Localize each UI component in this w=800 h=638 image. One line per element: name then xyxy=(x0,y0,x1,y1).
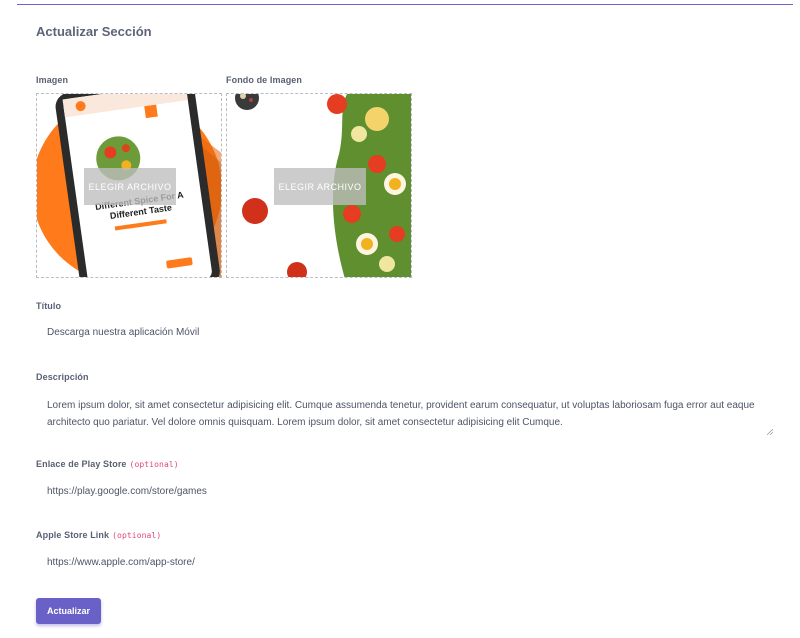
bg-image-upload-dropzone[interactable]: ELEGIR ARCHIVO xyxy=(226,93,412,278)
description-textarea[interactable]: Lorem ipsum dolor, sit amet consectetur … xyxy=(36,394,774,436)
choose-image-button[interactable]: ELEGIR ARCHIVO xyxy=(84,168,176,205)
image-upload-dropzone[interactable]: Different Spice For A Different Taste EL… xyxy=(36,93,222,278)
applestore-input[interactable]: https://www.apple.com/app-store/ xyxy=(47,557,195,568)
choose-bg-image-button[interactable]: ELEGIR ARCHIVO xyxy=(274,168,366,205)
page-title: Actualizar Sección xyxy=(36,24,152,39)
title-label: Título xyxy=(36,301,62,311)
playstore-label: Enlace de Play Store (optional) xyxy=(36,459,179,469)
playstore-optional-tag: (optional) xyxy=(129,460,179,469)
image-label: Imagen xyxy=(36,75,69,85)
top-divider xyxy=(17,4,793,5)
description-label: Descripción xyxy=(36,372,89,382)
resize-grip-icon[interactable] xyxy=(767,429,773,435)
applestore-optional-tag: (optional) xyxy=(112,531,162,540)
playstore-input[interactable]: https://play.google.com/store/games xyxy=(47,486,207,497)
applestore-label-text: Apple Store Link xyxy=(36,530,110,540)
title-input[interactable]: Descarga nuestra aplicación Móvil xyxy=(47,327,199,338)
playstore-label-text: Enlace de Play Store xyxy=(36,459,127,469)
update-button[interactable]: Actualizar xyxy=(36,598,101,624)
description-text: Lorem ipsum dolor, sit amet consectetur … xyxy=(47,400,755,428)
applestore-label: Apple Store Link (optional) xyxy=(36,530,161,540)
bg-image-label: Fondo de Imagen xyxy=(226,75,303,85)
